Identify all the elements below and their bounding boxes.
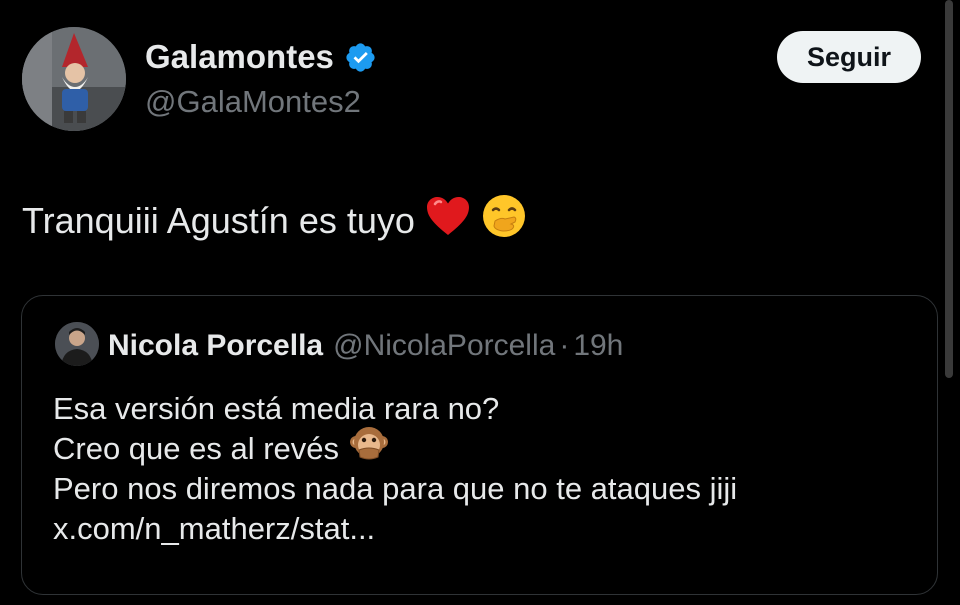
follow-button[interactable]: Seguir [777,31,921,83]
quoted-tweet-link[interactable]: x.com/n_matherz/stat... [53,509,737,549]
quoted-author-avatar[interactable] [55,322,99,366]
author-display-name[interactable]: Galamontes [145,38,334,76]
face-with-hand-over-mouth-icon [481,193,527,248]
quoted-tweet-line-row: Creo que es al revés [53,427,737,469]
tweet-text: Tranquiii Agustín es tuyo [22,199,415,241]
quoted-author-handle[interactable]: @NicolaPorcella [333,329,555,363]
quoted-author-name[interactable]: Nicola Porcella [108,329,323,363]
author-handle[interactable]: @GalaMontes2 [145,84,361,120]
quoted-tweet-line: Esa versión está media rara no? [53,391,500,426]
quoted-tweet-time[interactable]: 19h [573,329,623,363]
gnome-avatar-icon [22,27,126,131]
dot-separator: · [559,329,570,362]
person-avatar-icon [55,322,99,366]
red-heart-icon [425,195,471,246]
verified-badge-icon [346,42,375,72]
vertical-scrollbar[interactable] [945,0,953,378]
quoted-tweet-body: Esa versión está media rara no? Creo que… [53,389,737,549]
tweet-text-row: Tranquiii Agustín es tuyo [22,193,527,248]
quoted-tweet-header: Nicola Porcella @NicolaPorcella · 19h [108,329,623,363]
quoted-tweet-card[interactable]: Nicola Porcella @NicolaPorcella · 19h Es… [21,295,938,595]
quoted-tweet-line: Creo que es al revés [53,431,340,466]
speak-no-evil-monkey-icon [349,424,389,474]
quoted-tweet-line: Pero nos diremos nada para que no te ata… [53,471,738,506]
author-avatar[interactable] [22,27,126,131]
author-display-name-row[interactable]: Galamontes [145,38,377,76]
